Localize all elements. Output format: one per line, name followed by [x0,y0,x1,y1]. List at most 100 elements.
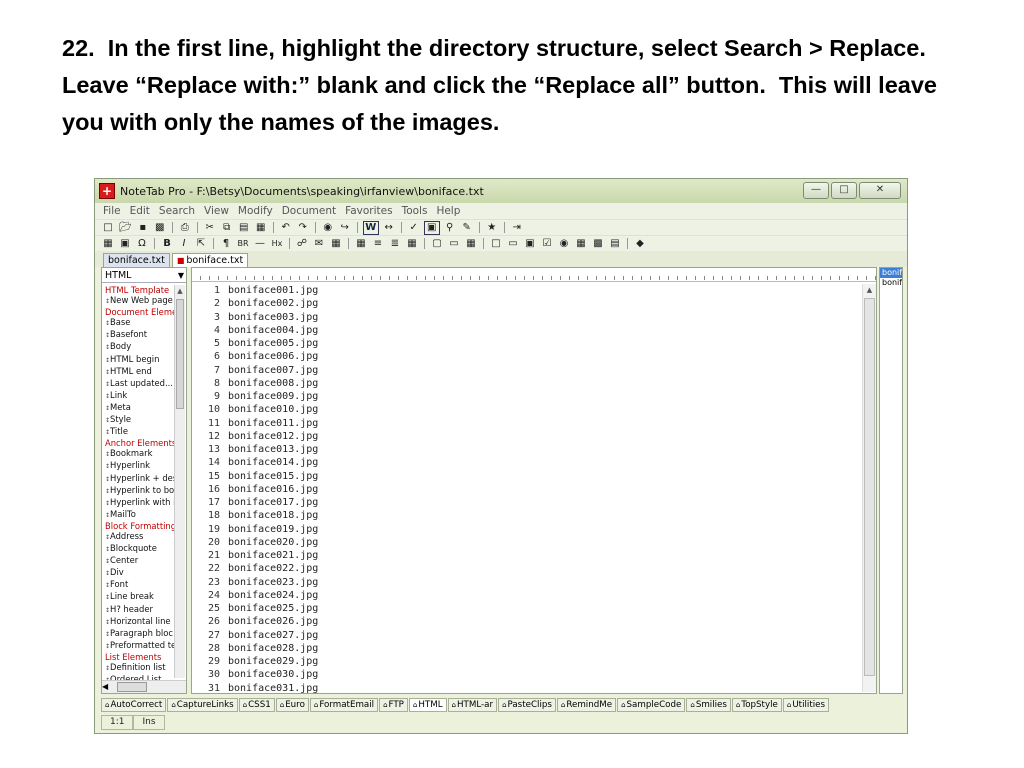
library-tab-formatemail[interactable]: FormatEmail [309,698,379,712]
clip-item[interactable]: Hyperlink with i [102,497,174,509]
library-tab-utilities[interactable]: Utilities [782,698,830,712]
line-text[interactable]: boniface007.jpg [228,364,318,377]
editor-line[interactable]: 8 boniface008.jpg [192,377,856,390]
text-field-icon[interactable]: □ [489,238,503,250]
clip-item[interactable]: Center [102,555,174,567]
frameset-icon[interactable]: ▭ [447,238,461,250]
line-text[interactable]: boniface005.jpg [228,337,318,350]
scrollbar-thumb[interactable] [176,299,184,409]
heading-icon[interactable]: Hx [270,238,284,250]
email-link-icon[interactable]: ✉ [312,238,326,250]
line-text[interactable]: boniface027.jpg [228,629,318,642]
button-icon[interactable]: ▭ [506,238,520,250]
open-folder-icon[interactable]: 📂︎ [118,222,133,234]
word-wrap-icon[interactable]: W [362,220,379,235]
line-text[interactable]: boniface016.jpg [228,483,318,496]
line-text[interactable]: boniface011.jpg [228,417,318,430]
editor-line[interactable]: 16 boniface016.jpg [192,483,856,496]
clip-item[interactable]: Base [102,317,174,329]
minimize-icon[interactable]: — [803,182,829,199]
editor-line[interactable]: 9 boniface009.jpg [192,390,856,403]
editor-line[interactable]: 14 boniface014.jpg [192,456,856,469]
image-button-icon[interactable]: ▦ [574,238,588,250]
line-text[interactable]: boniface019.jpg [228,523,318,536]
copy-icon[interactable]: ⧉ [220,222,234,234]
form-icon[interactable]: ▦ [464,238,478,250]
hidden-field-icon[interactable]: ▩ [591,238,605,250]
horizontal-rule-icon[interactable]: — [253,238,267,250]
menu-view[interactable]: View [204,205,229,217]
exit-icon[interactable]: ⇥ [510,222,524,234]
radio-icon[interactable]: ◉ [557,238,571,250]
editor-line[interactable]: 1 boniface001.jpg [192,284,856,297]
find-next-icon[interactable]: ↪ [338,222,352,234]
clip-item[interactable]: Link [102,390,174,402]
clipbook-hscrollbar[interactable]: ◀ [102,680,186,693]
clip-item[interactable]: Style [102,414,174,426]
menu-file[interactable]: File [103,205,121,217]
editor-line[interactable]: 26 boniface026.jpg [192,615,856,628]
save-icon[interactable]: ▪ [136,222,150,234]
editor-line[interactable]: 21 boniface021.jpg [192,549,856,562]
library-select[interactable]: HTML ▼ [102,268,186,283]
save-all-icon[interactable]: ▩ [153,222,167,234]
line-text[interactable]: boniface030.jpg [228,668,318,681]
editor-line[interactable]: 13 boniface013.jpg [192,443,856,456]
close-icon[interactable]: ✕ [859,182,901,199]
line-text[interactable]: boniface023.jpg [228,576,318,589]
editor-line[interactable]: 7 boniface007.jpg [192,364,856,377]
clip-item[interactable]: Line break [102,591,174,603]
line-text[interactable]: boniface017.jpg [228,496,318,509]
editor-line[interactable]: 31 boniface031.jpg [192,682,856,695]
editor-line[interactable]: 2 boniface002.jpg [192,297,856,310]
diamond-icon[interactable]: ◆ [633,238,647,250]
brush-icon[interactable]: ✎ [460,222,474,234]
outline-item[interactable]: bonif [880,278,902,288]
print-icon[interactable]: ⎙ [178,222,192,234]
menu-edit[interactable]: Edit [130,205,150,217]
table-cell-icon[interactable]: ≣ [388,238,402,250]
editor-line[interactable]: 25 boniface025.jpg [192,602,856,615]
frame-icon[interactable]: ▢ [430,238,444,250]
line-text[interactable]: boniface002.jpg [228,297,318,310]
clip-item[interactable]: Blockquote [102,543,174,555]
menu-modify[interactable]: Modify [238,205,273,217]
new-file-icon[interactable]: □ [101,222,115,234]
clip-item[interactable]: Hyperlink [102,460,174,472]
editor-line[interactable]: 23 boniface023.jpg [192,576,856,589]
undo-icon[interactable]: ↶ [279,222,293,234]
clipbook-scrollbar[interactable]: ▲ [174,285,185,678]
clipbook-toggle-icon[interactable]: ▣ [423,220,440,235]
menu-tools[interactable]: Tools [402,205,428,217]
library-tab-ftp[interactable]: FTP [379,698,408,712]
clip-group-heading[interactable]: HTML Template [102,285,174,295]
table-icon[interactable]: ▦ [354,238,368,250]
clip-group-heading[interactable]: Block Formatting [102,521,174,531]
editor-line[interactable]: 29 boniface029.jpg [192,655,856,668]
clip-item[interactable]: HTML end [102,366,174,378]
clip-group-heading[interactable]: Document Eleme [102,307,174,317]
clip-item[interactable]: New Web page [102,295,174,307]
preview-icon[interactable]: ⚲ [443,222,457,234]
library-tab-remindme[interactable]: RemindMe [556,698,617,712]
clip-item[interactable]: HTML begin [102,354,174,366]
clip-item[interactable]: Bookmark [102,448,174,460]
editor-line[interactable]: 4 boniface004.jpg [192,324,856,337]
line-text[interactable]: boniface010.jpg [228,403,318,416]
paragraph-icon[interactable]: ¶ [219,238,233,250]
line-text[interactable]: boniface021.jpg [228,549,318,562]
line-text[interactable]: boniface020.jpg [228,536,318,549]
checkbox-icon[interactable]: ☑ [540,238,554,250]
clip-item[interactable]: Definition list [102,662,174,674]
editor-line[interactable]: 6 boniface006.jpg [192,350,856,363]
line-text[interactable]: boniface029.jpg [228,655,318,668]
clip-item[interactable]: Basefont [102,329,174,341]
help-icon[interactable]: ★ [485,222,499,234]
editor-line[interactable]: 12 boniface012.jpg [192,430,856,443]
line-text[interactable]: boniface028.jpg [228,642,318,655]
editor-line[interactable]: 17 boniface017.jpg [192,496,856,509]
clip-item[interactable]: Last updated... [102,378,174,390]
editor-line[interactable]: 19 boniface019.jpg [192,523,856,536]
library-tab-html-ar[interactable]: HTML-ar [447,698,498,712]
editor-line[interactable]: 24 boniface024.jpg [192,589,856,602]
